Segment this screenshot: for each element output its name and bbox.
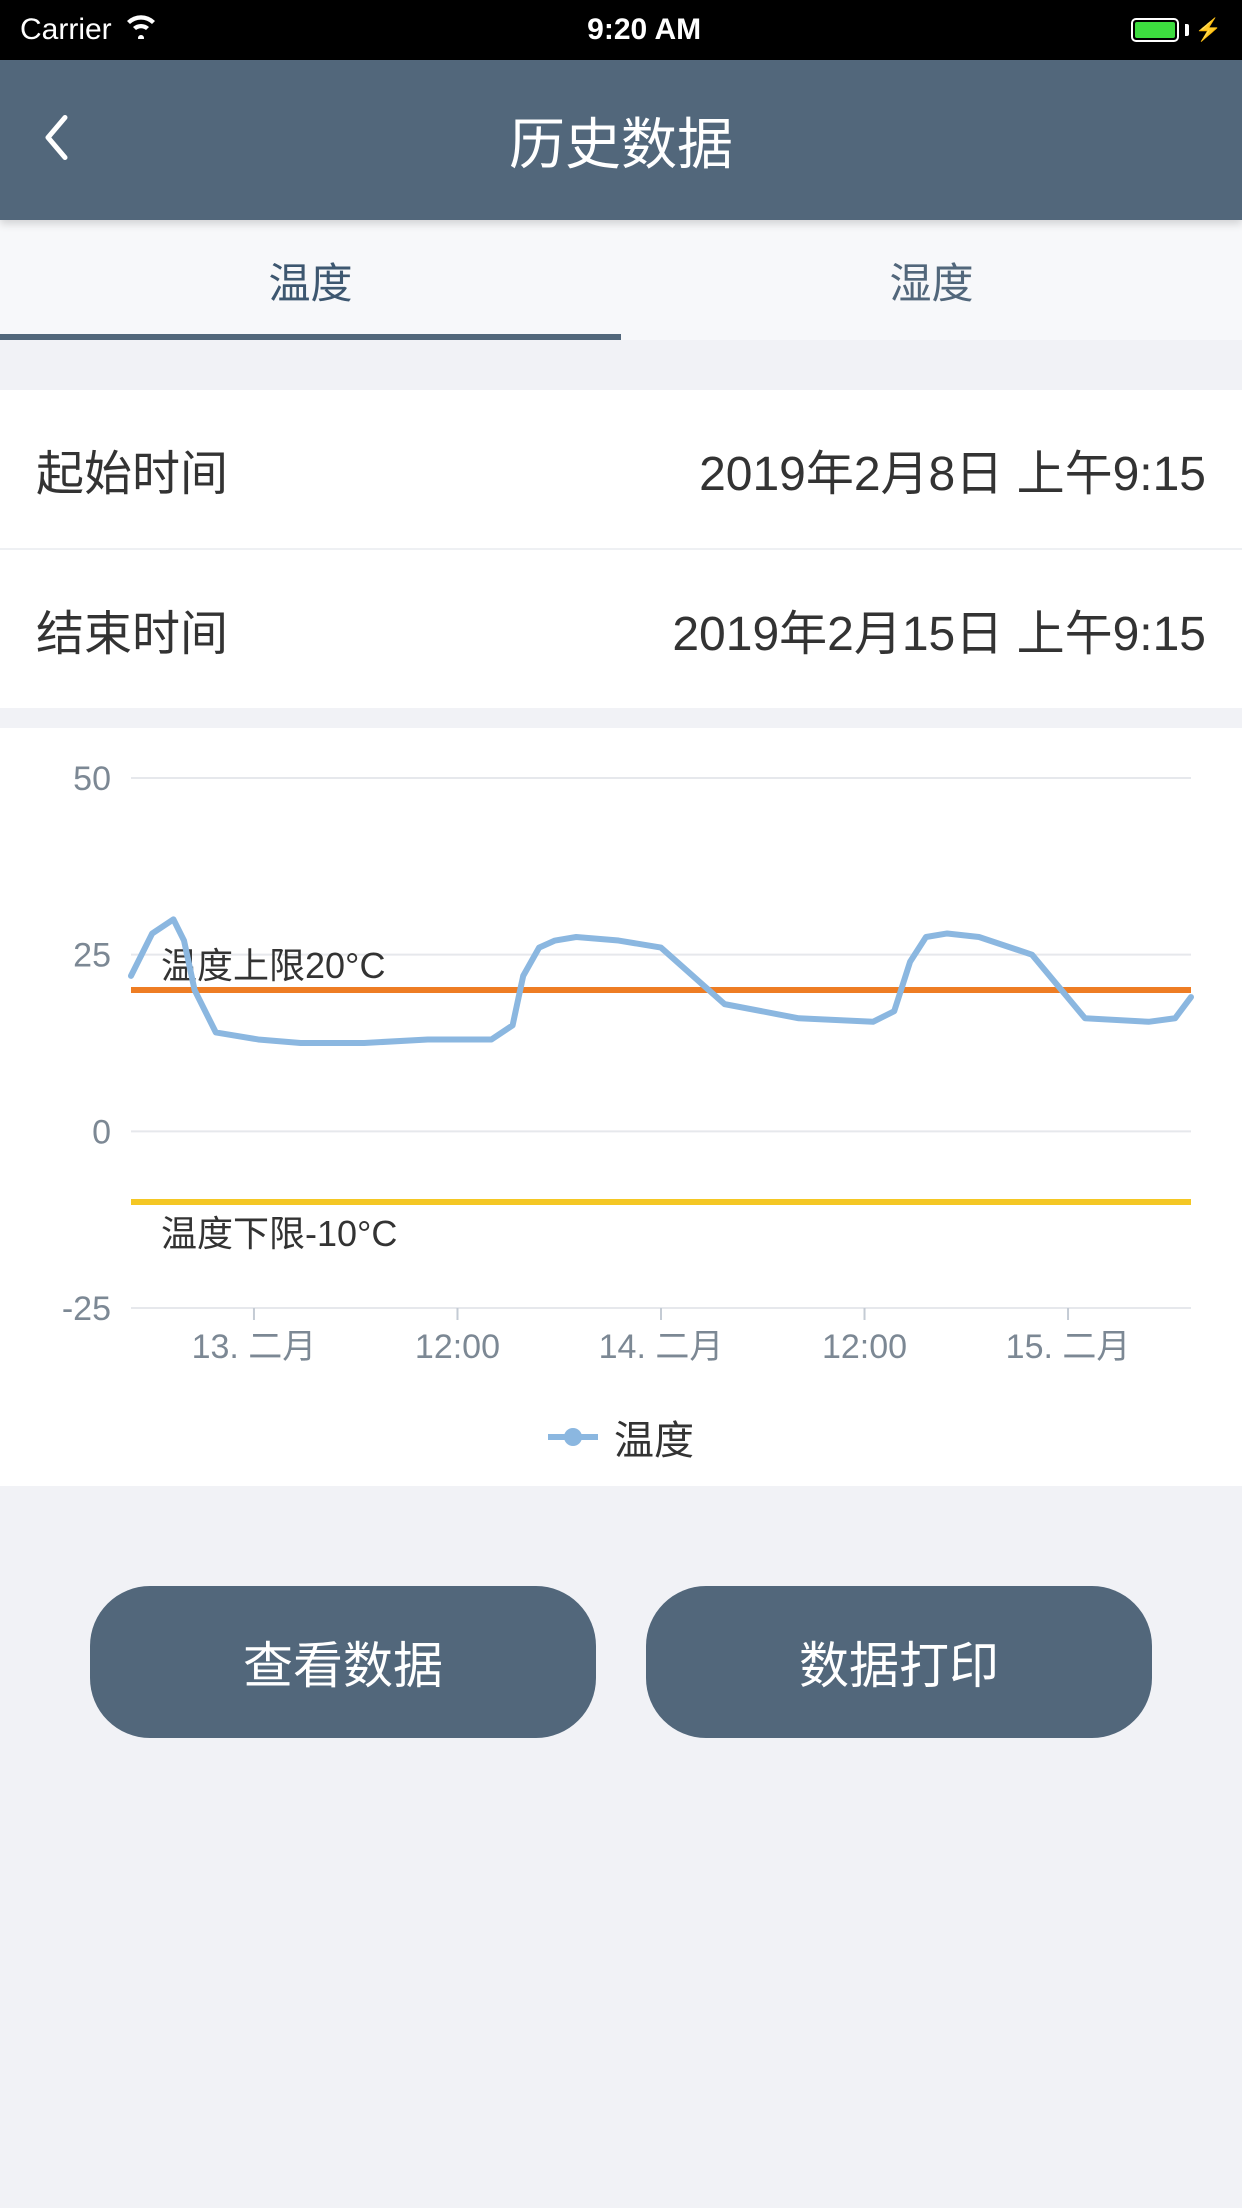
- status-time: 9:20 AM: [587, 13, 701, 47]
- svg-text:25: 25: [73, 937, 111, 975]
- print-data-button[interactable]: 数据打印: [646, 1586, 1152, 1738]
- time-range-section: 起始时间 2019年2月8日 上午9:15 结束时间 2019年2月15日 上午…: [0, 390, 1242, 708]
- view-data-button[interactable]: 查看数据: [90, 1586, 596, 1738]
- chart-container: -250255013. 二月12:0014. 二月12:0015. 二月温度上限…: [0, 728, 1242, 1486]
- app-header: 历史数据: [0, 60, 1242, 220]
- tab-humidity[interactable]: 湿度: [621, 220, 1242, 340]
- tab-label: 温度: [268, 250, 352, 311]
- legend-label: 温度: [614, 1408, 694, 1466]
- battery-indicator: ⚡: [1131, 17, 1222, 43]
- tab-label: 湿度: [889, 250, 973, 311]
- action-buttons: 查看数据 数据打印: [0, 1526, 1242, 1798]
- page-title: 历史数据: [40, 100, 1202, 181]
- tabs: 温度 湿度: [0, 220, 1242, 340]
- svg-text:温度下限-10°C: 温度下限-10°C: [161, 1213, 397, 1254]
- start-time-label: 起始时间: [36, 434, 228, 504]
- svg-text:15. 二月: 15. 二月: [1006, 1328, 1131, 1366]
- svg-text:12:00: 12:00: [415, 1328, 500, 1366]
- svg-text:50: 50: [73, 760, 111, 798]
- svg-text:0: 0: [92, 1113, 111, 1151]
- wifi-icon: [124, 13, 158, 47]
- charging-icon: ⚡: [1195, 17, 1222, 43]
- end-time-value: 2019年2月15日 上午9:15: [672, 594, 1206, 664]
- start-time-row[interactable]: 起始时间 2019年2月8日 上午9:15: [0, 390, 1242, 550]
- svg-text:-25: -25: [62, 1290, 111, 1328]
- legend-marker-icon: [548, 1434, 598, 1440]
- svg-text:14. 二月: 14. 二月: [599, 1328, 724, 1366]
- back-button[interactable]: [40, 113, 70, 168]
- end-time-row[interactable]: 结束时间 2019年2月15日 上午9:15: [0, 550, 1242, 708]
- status-bar: Carrier 9:20 AM ⚡: [0, 0, 1242, 60]
- carrier-text: Carrier: [20, 13, 112, 47]
- svg-text:13. 二月: 13. 二月: [192, 1328, 317, 1366]
- start-time-value: 2019年2月8日 上午9:15: [699, 434, 1206, 504]
- chart-legend: 温度: [0, 1408, 1242, 1466]
- chevron-left-icon: [40, 113, 70, 163]
- temperature-chart[interactable]: -250255013. 二月12:0014. 二月12:0015. 二月温度上限…: [21, 758, 1221, 1398]
- tab-temperature[interactable]: 温度: [0, 220, 621, 340]
- battery-body: [1131, 18, 1179, 42]
- status-left: Carrier: [20, 13, 158, 47]
- svg-text:12:00: 12:00: [822, 1328, 907, 1366]
- end-time-label: 结束时间: [36, 594, 228, 664]
